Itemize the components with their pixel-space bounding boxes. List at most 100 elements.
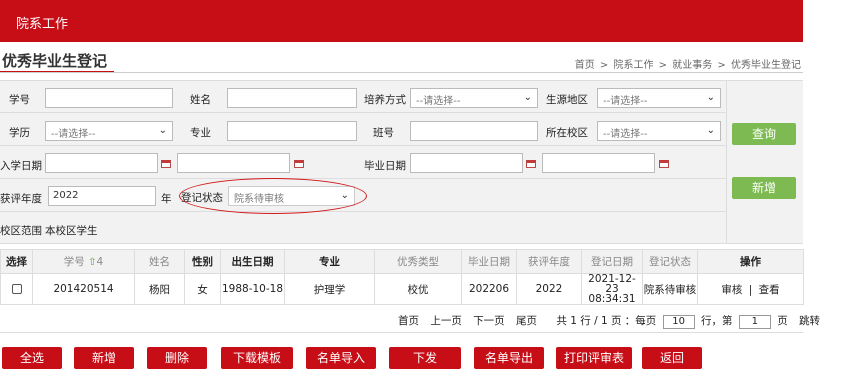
class-input[interactable]: [410, 121, 538, 141]
view-link[interactable]: 查看: [759, 284, 780, 296]
student-no-input[interactable]: [45, 88, 173, 108]
cell-gender: 女: [184, 273, 221, 305]
chevron-down-icon: ⌄: [158, 125, 167, 136]
header-title: 院系工作: [16, 17, 69, 32]
results-table: 选择 学号 ⇧4 姓名 性别 出生日期 专业 优秀类型 毕业日期 获评年度 登记…: [0, 249, 804, 305]
sort-up-icon[interactable]: ⇧: [88, 257, 96, 268]
delete-button[interactable]: 删除: [147, 347, 207, 369]
calendar-icon[interactable]: [659, 160, 669, 168]
education-select[interactable]: --请选择-- ⌄: [45, 121, 173, 141]
cell-name: 杨阳: [134, 273, 185, 305]
origin-select[interactable]: --请选择-- ⌄: [597, 88, 721, 108]
award-year-input[interactable]: 2022: [48, 186, 156, 206]
origin-select-value: --请选择--: [603, 96, 648, 107]
breadcrumb-home[interactable]: 首页: [575, 60, 595, 71]
grad-date-end-input[interactable]: [542, 153, 655, 173]
col-status[interactable]: 登记状态: [642, 249, 698, 274]
cell-major: 护理学: [284, 273, 375, 305]
pager-next[interactable]: 下一页: [473, 315, 505, 327]
origin-label: 生源地区: [546, 94, 588, 106]
training-select-value: --请选择--: [416, 96, 461, 107]
breadcrumb-current: 优秀毕业生登记: [731, 60, 801, 71]
col-major[interactable]: 专业: [284, 249, 375, 274]
page-number-input[interactable]: 1: [738, 315, 771, 329]
cell-type: 校优: [374, 273, 462, 305]
col-reg-date[interactable]: 登记日期: [581, 249, 643, 274]
export-list-button[interactable]: 名单导出: [474, 347, 544, 369]
award-year-label: 获评年度: [0, 193, 42, 205]
breadcrumb-employment[interactable]: 就业事务: [672, 60, 712, 71]
sort-indicator: 4: [96, 256, 104, 268]
chevron-down-icon: ⌄: [523, 92, 532, 103]
title-divider: [0, 72, 803, 73]
table-header-row: 选择 学号 ⇧4 姓名 性别 出生日期 专业 优秀类型 毕业日期 获评年度 登记…: [0, 249, 804, 274]
review-link[interactable]: 审核: [721, 284, 742, 296]
pager-jump[interactable]: 跳转: [799, 315, 820, 327]
cell-actions: 审核 | 查看: [697, 273, 804, 305]
query-button[interactable]: 查询: [732, 123, 796, 145]
enroll-date-end-input[interactable]: [177, 153, 290, 173]
pager-prev[interactable]: 上一页: [430, 315, 462, 327]
top-header-bar: 院系工作: [0, 0, 803, 42]
breadcrumb-dept[interactable]: 院系工作: [613, 60, 653, 71]
enroll-date-start-input[interactable]: [45, 153, 158, 173]
col-name[interactable]: 姓名: [134, 249, 185, 274]
add-button-side[interactable]: 新增: [732, 177, 796, 199]
chevron-down-icon: ⌄: [706, 125, 715, 136]
pager-rows-unit: 行，第: [701, 315, 733, 327]
table-row: 201420514 杨阳 女 1988-10-18 护理学 校优 202206 …: [0, 273, 804, 305]
issue-button[interactable]: 下发: [389, 347, 461, 369]
major-label: 专业: [190, 127, 211, 139]
download-template-button[interactable]: 下载模板: [221, 347, 293, 369]
import-list-button[interactable]: 名单导入: [306, 347, 376, 369]
student-no-label: 学号: [9, 94, 30, 106]
col-select: 选择: [0, 249, 33, 274]
award-year-unit: 年: [161, 193, 172, 205]
col-year[interactable]: 获评年度: [516, 249, 582, 274]
training-select[interactable]: --请选择-- ⌄: [410, 88, 538, 108]
campus-scope-label: 校区范围: [0, 225, 42, 237]
cell-birth: 1988-10-18: [220, 273, 285, 305]
add-button[interactable]: 新增: [74, 347, 134, 369]
training-label: 培养方式: [364, 94, 406, 106]
col-birth[interactable]: 出生日期: [220, 249, 285, 274]
name-input[interactable]: [227, 88, 357, 108]
grad-date-label: 毕业日期: [364, 160, 406, 172]
major-input[interactable]: [227, 121, 357, 141]
page-size-input[interactable]: 10: [662, 315, 695, 329]
cell-student-no: 201420514: [32, 273, 135, 305]
col-action: 操作: [697, 249, 804, 274]
cell-reg-date-day: 2021-12-23: [588, 273, 636, 295]
form-side-divider: [726, 80, 727, 244]
pager-first[interactable]: 首页: [398, 315, 419, 327]
campus-select[interactable]: --请选择-- ⌄: [597, 121, 721, 141]
col-student-no[interactable]: 学号 ⇧4: [32, 249, 135, 274]
pager-page-unit: 页: [777, 315, 788, 327]
calendar-icon[interactable]: [526, 160, 536, 168]
calendar-icon[interactable]: [161, 160, 171, 168]
chevron-down-icon: ⌄: [706, 92, 715, 103]
campus-select-value: --请选择--: [603, 129, 648, 140]
col-gender[interactable]: 性别: [184, 249, 221, 274]
col-grad-date[interactable]: 毕业日期: [461, 249, 517, 274]
breadcrumb: 首页 > 院系工作 > 就业事务 > 优秀毕业生登记: [574, 60, 801, 71]
name-label: 姓名: [190, 94, 211, 106]
row-select-cell: [0, 273, 33, 305]
cell-grad-date: 202206: [461, 273, 517, 305]
cell-year: 2022: [516, 273, 582, 305]
education-label: 学历: [9, 127, 30, 139]
calendar-icon[interactable]: [294, 160, 304, 168]
class-label: 班号: [373, 127, 394, 139]
grad-date-start-input[interactable]: [410, 153, 523, 173]
print-review-table-button[interactable]: 打印评审表: [556, 347, 632, 369]
back-button[interactable]: 返回: [642, 347, 702, 369]
cell-reg-date: 2021-12-23 08:34:31: [581, 273, 643, 305]
select-all-button[interactable]: 全选: [2, 347, 62, 369]
pagination: 首页 上一页 下一页 尾页 共 1 行 / 1 页 ：每页 10 行，第 1 页…: [398, 313, 828, 329]
page-title: 优秀毕业生登记: [2, 52, 108, 70]
pager-summary: 共 1 行 / 1 页 ：每页: [556, 315, 657, 327]
pager-last[interactable]: 尾页: [516, 315, 537, 327]
education-select-value: --请选择--: [51, 129, 96, 140]
row-checkbox[interactable]: [11, 284, 22, 294]
col-type[interactable]: 优秀类型: [374, 249, 462, 274]
